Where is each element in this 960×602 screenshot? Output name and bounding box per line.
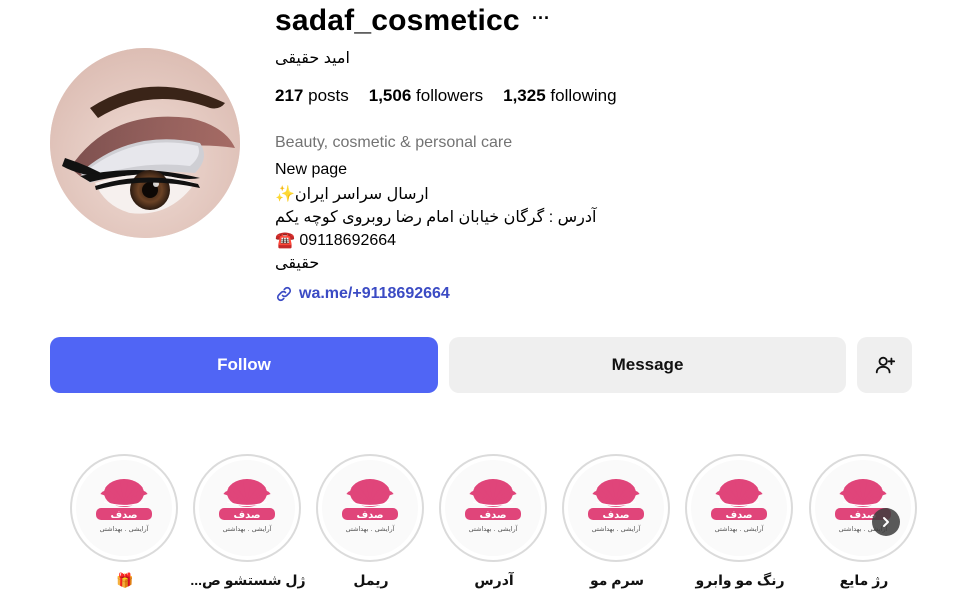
svg-text:آرایشی . بهداشتی: آرایشی . بهداشتی [469, 524, 519, 533]
profile-stats: 217 posts 1,506 followers 1,325 followin… [275, 86, 617, 106]
profile-avatar[interactable] [50, 48, 240, 238]
highlight-cover: صدف آرایشی . بهداشتی [562, 454, 670, 562]
following-link[interactable]: 1,325 following [503, 86, 616, 106]
svg-text:صدف: صدف [110, 510, 137, 521]
highlights-next-button[interactable] [872, 508, 900, 536]
svg-text:آرایشی . بهداشتی: آرایشی . بهداشتی [592, 524, 642, 533]
profile-username: sadaf_cosmeticc [275, 4, 520, 37]
shell-logo-graphic: صدف آرایشی . بهداشتی [588, 479, 644, 533]
shell-logo-icon: صدف آرایشی . بهداشتی [76, 460, 172, 556]
highlight-item[interactable]: صدف آرایشی . بهداشتی رنگ مو وابرو [684, 450, 796, 600]
highlight-label: رژ مایع [839, 572, 889, 588]
shell-logo-icon: صدف آرایشی . بهداشتی [691, 460, 787, 556]
story-highlights: صدف آرایشی . بهداشتی رژ مایع صدف آرایشی . ب… [0, 450, 960, 602]
highlight-cover: صدف آرایشی . بهداشتی [316, 454, 424, 562]
highlight-item[interactable]: صدف آرایشی . بهداشتی ژل شستشو ص... [190, 450, 306, 600]
svg-text:صدف: صدف [602, 510, 629, 521]
svg-text:صدف: صدف [356, 510, 383, 521]
highlight-item[interactable]: صدف آرایشی . بهداشتی 🎁 [69, 450, 181, 600]
highlight-item[interactable]: صدف آرایشی . بهداشتی ریمل [315, 450, 427, 600]
highlight-label: ریمل [353, 572, 389, 588]
svg-text:آرایشی . بهداشتی: آرایشی . بهداشتی [223, 524, 273, 533]
chevron-right-icon [883, 517, 889, 527]
highlight-item[interactable]: صدف آرایشی . بهداشتی آدرس [438, 450, 550, 600]
eye-makeup-photo [50, 48, 240, 238]
shell-logo-graphic: صدفآرایشی . بهداشتی [835, 479, 891, 533]
external-link[interactable]: wa.me/+9118692664 [275, 285, 450, 303]
highlight-label: 🎁 [116, 572, 134, 588]
profile-full-name: امید حقیقی [275, 50, 350, 67]
highlight-item[interactable]: صدف آرایشی . بهداشتی رژ مایع [808, 450, 920, 600]
svg-text:صدف: صدف [233, 510, 260, 521]
follow-button[interactable]: Follow [50, 337, 438, 393]
link-icon [276, 286, 292, 302]
svg-text:آرایشی . بهداشتی: آرایشی . بهداشتی [100, 524, 150, 533]
highlight-cover: صدف آرایشی . بهداشتی [439, 454, 547, 562]
bio-phone: ☎️ 09118692664 [275, 232, 397, 249]
add-user-icon [875, 356, 895, 374]
highlight-label: رنگ مو وابرو [695, 572, 785, 588]
shell-logo-graphic: صدف آرایشی . بهداشتی [711, 479, 767, 533]
highlight-cover: صدف آرایشی . بهداشتی [193, 454, 301, 562]
shell-logo-icon: صدف آرایشی . بهداشتی [568, 460, 664, 556]
posts-count: 217 posts [275, 86, 349, 105]
highlight-cover: صدف آرایشی . بهداشتی [809, 454, 917, 562]
bio-line: ارسال سراسر ایران✨ [275, 186, 429, 203]
highlight-label: سرم مو [589, 572, 645, 588]
highlight-item[interactable]: صدف آرایشی . بهداشتی سرم مو [561, 450, 673, 600]
followers-link[interactable]: 1,506 followers [369, 86, 483, 106]
bio-line: حقیقی [275, 255, 320, 272]
highlight-label: ژل شستشو ص... [190, 572, 306, 588]
svg-text:آرایشی . بهداشتی: آرایشی . بهداشتی [715, 524, 765, 533]
profile-category: Beauty, cosmetic & personal care [275, 134, 513, 151]
suggested-users-button[interactable] [857, 337, 912, 393]
message-button[interactable]: Message [449, 337, 846, 393]
shell-logo-graphic: صدف آرایشی . بهداشتی [96, 479, 152, 533]
more-options-icon[interactable]: ··· [532, 8, 554, 32]
bio-line: آدرس : گرگان خیابان امام رضا روبروی کوچه… [275, 209, 597, 226]
shell-logo-graphic: صدف آرایشی . بهداشتی [342, 479, 398, 533]
shell-logo-icon: صدف آرایشی . بهداشتی [322, 460, 418, 556]
shell-logo-icon: صدف آرایشی . بهداشتی [199, 460, 295, 556]
shell-logo-graphic: صدف آرایشی . بهداشتی [465, 479, 521, 533]
external-link-text: wa.me/+9118692664 [299, 285, 450, 302]
bio-line: New page [275, 161, 348, 178]
highlight-cover: صدف آرایشی . بهداشتی [70, 454, 178, 562]
shell-logo-icon: صدف آرایشی . بهداشتی [445, 460, 541, 556]
svg-text:صدف: صدف [479, 510, 506, 521]
svg-text:صدف: صدف [725, 510, 752, 521]
shell-logo-icon: صدف آرایشی . بهداشتی [815, 460, 911, 556]
highlight-cover: صدف آرایشی . بهداشتی [685, 454, 793, 562]
svg-text:آرایشی . بهداشتی: آرایشی . بهداشتی [346, 524, 396, 533]
shell-logo-graphic: صدف آرایشی . بهداشتی [219, 479, 275, 533]
highlight-label: آدرس [474, 572, 514, 588]
